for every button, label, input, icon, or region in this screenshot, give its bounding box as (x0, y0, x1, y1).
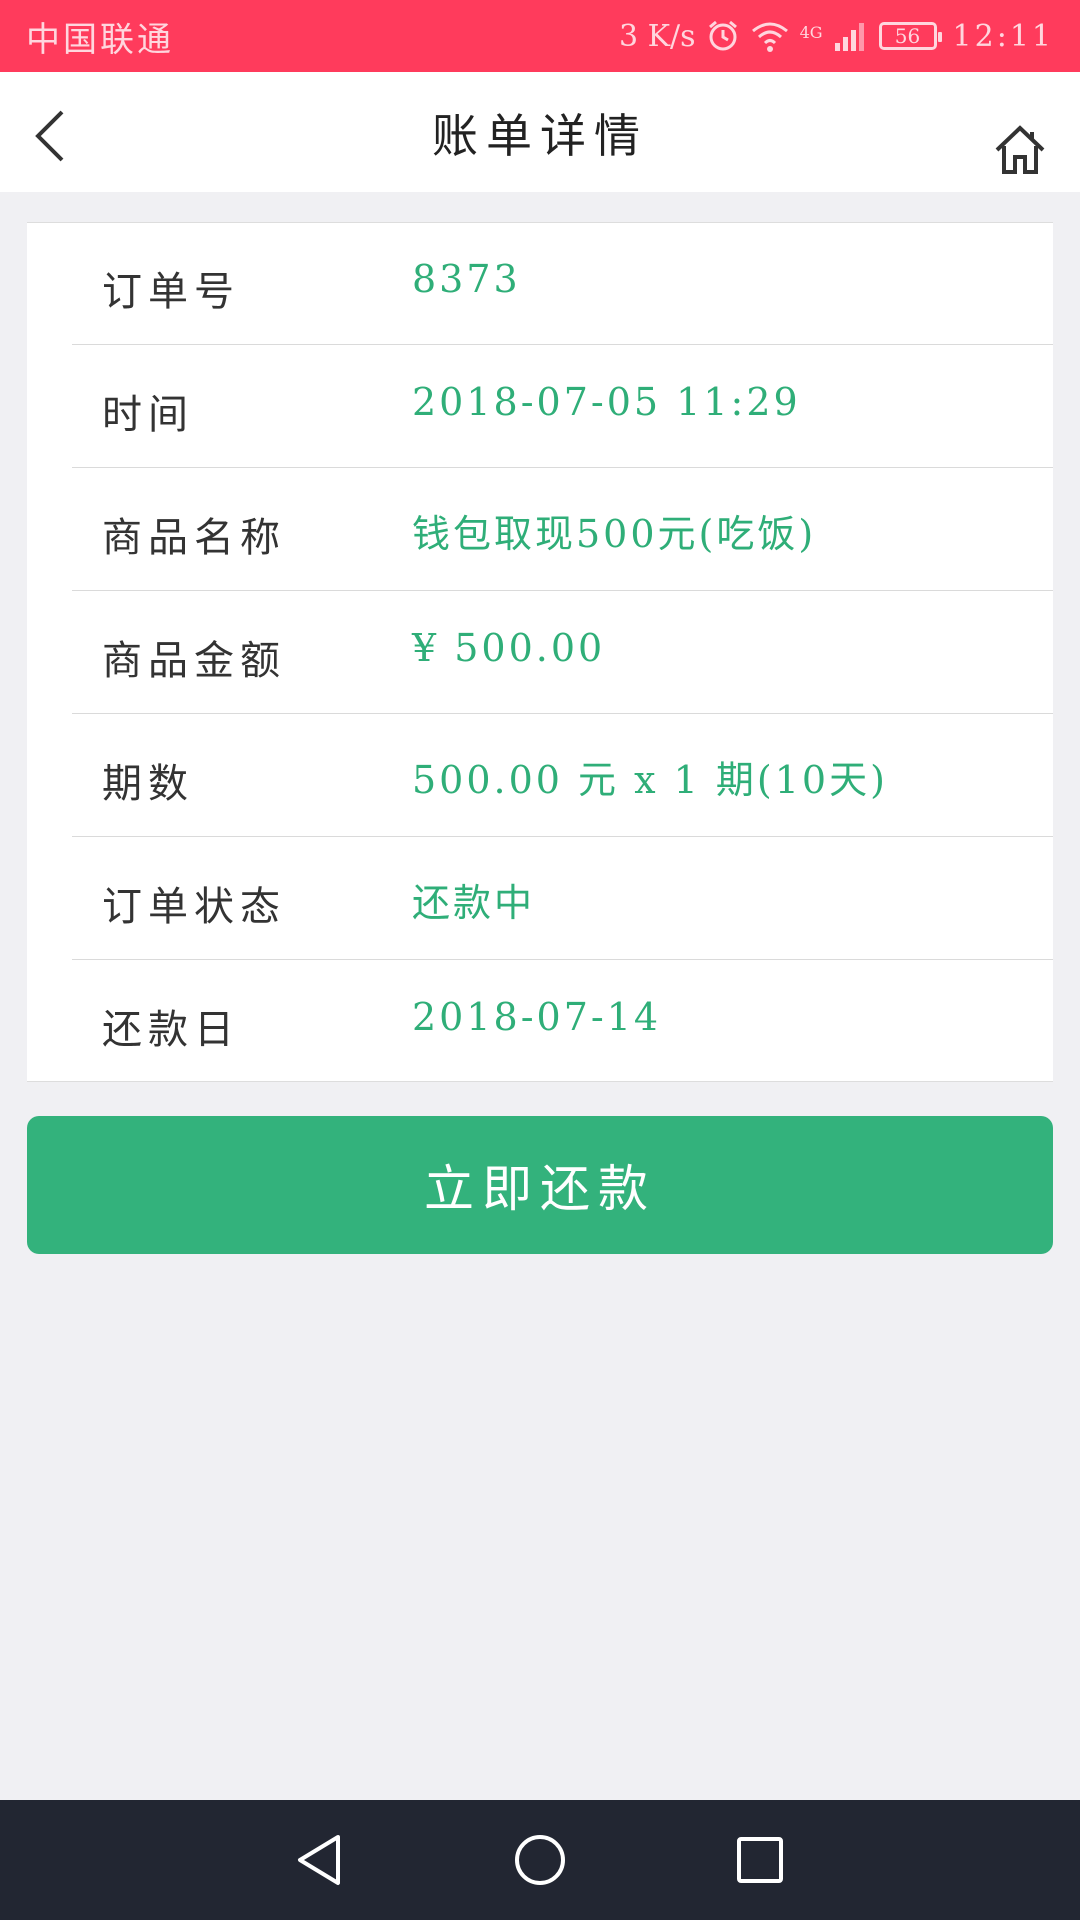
detail-row-installments: 期数 500.00 元 x 1 期(10天) (72, 715, 1053, 837)
alarm-icon (708, 20, 737, 51)
status-bar: 中国联通 3 K/s 4G 56 12:11 (0, 0, 1080, 72)
home-button[interactable] (988, 118, 1052, 182)
nav-back-button[interactable] (280, 1820, 360, 1900)
system-nav-bar (0, 1800, 1080, 1920)
page-title: 账单详情 (432, 109, 648, 163)
detail-label: 商品金额 (102, 638, 286, 684)
detail-label: 订单状态 (102, 884, 286, 930)
detail-row-product-name: 商品名称 钱包取现500元(吃饭) (72, 469, 1053, 591)
signal-icon (834, 23, 864, 51)
detail-value: 500.00 元 x 1 期(10天) (412, 758, 888, 802)
nav-home-button[interactable] (500, 1820, 580, 1900)
detail-label: 时间 (102, 392, 194, 438)
detail-label: 订单号 (102, 269, 240, 315)
network-type: 4G (799, 22, 823, 42)
detail-label: 期数 (102, 761, 194, 807)
detail-row-product-amount: 商品金额 ¥ 500.00 (72, 592, 1053, 714)
detail-value: 2018-07-05 11:29 (412, 380, 801, 424)
detail-value: 还款中 (412, 881, 536, 925)
triangle-back-icon (298, 1835, 340, 1885)
circle-home-icon (515, 1835, 565, 1885)
detail-row-order-number: 订单号 8373 (72, 223, 1053, 345)
status-indicators: 3 K/s 4G 56 12:11 (619, 19, 1054, 54)
home-icon (995, 125, 1045, 174)
detail-value: ¥ 500.00 (412, 626, 606, 670)
network-speed: 3 K/s (619, 18, 696, 54)
wifi-icon (751, 22, 788, 52)
nav-recent-button[interactable] (720, 1820, 800, 1900)
detail-value: 钱包取现500元(吃饭) (412, 512, 817, 556)
detail-row-order-status: 订单状态 还款中 (72, 838, 1053, 960)
detail-value: 8373 (412, 257, 521, 301)
detail-value: 2018-07-14 (412, 995, 662, 1039)
detail-row-repayment-date: 还款日 2018-07-14 (72, 961, 1053, 1083)
detail-row-time: 时间 2018-07-05 11:29 (72, 346, 1053, 468)
detail-label: 还款日 (102, 1007, 240, 1053)
square-recent-icon (737, 1837, 783, 1883)
detail-label: 商品名称 (102, 515, 286, 561)
carrier-name: 中国联通 (26, 19, 174, 60)
battery-indicator: 56 (878, 22, 942, 50)
bill-details-card: 订单号 8373 时间 2018-07-05 11:29 商品名称 钱包取现50… (27, 222, 1053, 1082)
status-clock: 12:11 (952, 18, 1054, 54)
repay-now-button[interactable]: 立即还款 (27, 1116, 1053, 1254)
app-header: 账单详情 (0, 72, 1080, 192)
